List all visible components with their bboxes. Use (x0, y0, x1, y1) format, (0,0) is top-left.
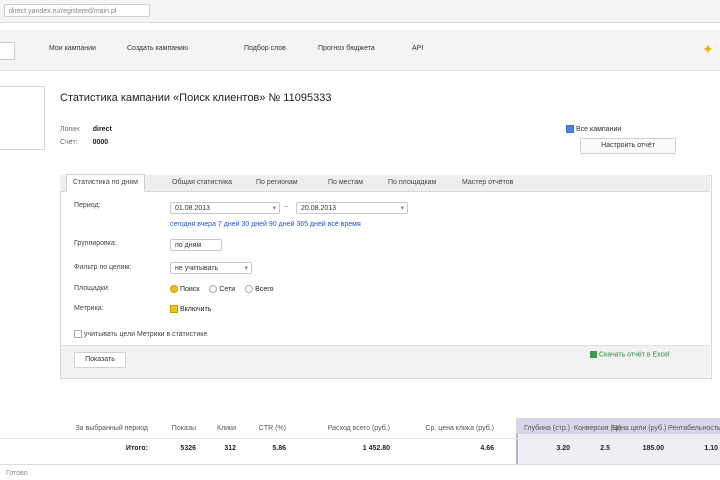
platform-search-label: Поиск (180, 285, 200, 293)
period-link-365days[interactable]: 365 дней (296, 221, 325, 228)
platform-option-all[interactable]: Всего (245, 285, 274, 293)
period-quick-links: сегодня вчера 7 дней 30 дней 90 дней 365… (170, 221, 361, 228)
date-to-value: 20.08.2013 (301, 205, 337, 212)
filter-value: не учитывать (175, 265, 219, 272)
goals-checkbox-label: учитывать цели Метрики в статистике (84, 330, 208, 338)
date-separator: – (284, 203, 288, 210)
goals-checkbox[interactable]: учитывать цели Метрики в статистике (74, 330, 207, 338)
group-label: Группировка: (74, 240, 117, 247)
nav-word-selection[interactable]: Подбор слов (244, 45, 286, 52)
tab-places[interactable]: По местам (322, 175, 369, 191)
top-navigation: Мои кампании Создать кампанию Подбор сло… (0, 30, 720, 71)
platform-option-networks[interactable]: Сети (209, 285, 236, 293)
group-select[interactable]: по дням (170, 239, 222, 251)
platforms-label: Площадки: (74, 285, 110, 292)
table-divider (0, 438, 720, 439)
platform-all-label: Всего (255, 285, 274, 293)
table-header-spend: Расход всего (руб.) (327, 425, 390, 432)
radio-icon (209, 285, 218, 293)
table-cell-conversion: 2.5 (600, 445, 610, 452)
table-cell-depth: 3.20 (556, 445, 570, 452)
radio-icon (245, 285, 254, 293)
table-cell-clicks: 312 (224, 445, 236, 452)
date-from-select[interactable]: 01.08.2013 ▾ (170, 202, 280, 214)
report-tabs: Статистика по дням Общая статистика По р… (60, 174, 710, 192)
login-label: Логин: (60, 126, 81, 133)
period-link-7days[interactable]: 7 дней (218, 221, 240, 228)
metric-label: Метрика: (74, 305, 104, 312)
table-cell-profitability: 1.10 (704, 445, 718, 452)
filter-select[interactable]: не учитывать ▾ (170, 262, 252, 274)
date-to-select[interactable]: 20.08.2013 ▾ (296, 202, 408, 214)
table-header-profitability: Рентабельность (668, 425, 720, 432)
radio-icon (170, 285, 178, 293)
tab-report-master[interactable]: Мастер отчётов (456, 175, 519, 191)
tab-daily[interactable]: Статистика по дням (66, 174, 145, 192)
tab-sites[interactable]: По площадкам (382, 175, 442, 191)
account-info: Счёт: 0000 (60, 139, 108, 146)
all-campaigns-label: Все кампании (576, 125, 622, 133)
excel-download-link[interactable]: Скачать отчёт в Excel (590, 351, 670, 358)
status-divider (0, 464, 720, 465)
table-header-depth: Глубина (стр.) (524, 425, 570, 432)
chevron-down-icon: ▾ (400, 205, 404, 212)
period-label: Период: (74, 202, 101, 209)
period-link-yesterday[interactable]: вчера (197, 221, 216, 228)
account-value: 0000 (92, 139, 109, 146)
group-value: по дням (175, 242, 202, 249)
configure-report-button[interactable]: Настроить отчёт (580, 138, 676, 154)
period-link-90days[interactable]: 90 дней (269, 221, 294, 228)
table-header-impressions: Показы (171, 425, 196, 432)
metric-checkbox[interactable]: Включить (170, 305, 211, 313)
tab-regions[interactable]: По регионам (250, 175, 304, 191)
show-report-button[interactable]: Показать (74, 352, 126, 368)
url-field[interactable]: direct.yandex.ru/registered/main.pl (4, 4, 150, 17)
filter-label: Фильтр по целям: (74, 264, 132, 271)
login-value: direct (92, 126, 112, 133)
table-header-avg-cpc: Ср. цена клика (руб.) (425, 425, 494, 432)
period-link-30days[interactable]: 30 дней (241, 221, 266, 228)
table-header-goal-cost: Цена цели (руб.) (612, 425, 667, 432)
checkbox-icon (566, 125, 574, 133)
table-cell-impressions: 5326 (180, 445, 196, 452)
period-link-today[interactable]: сегодня (170, 221, 195, 228)
excel-link-label: Скачать отчёт в Excel (599, 351, 670, 359)
side-panel (0, 86, 45, 150)
platforms-options: Поиск Сети Всего (170, 285, 274, 293)
excel-icon (590, 351, 597, 358)
nav-create-campaign[interactable]: Создать кампанию (127, 45, 188, 52)
platform-networks-label: Сети (219, 285, 236, 293)
nav-my-campaigns[interactable]: Мои кампании (49, 45, 96, 52)
table-header-clicks: Клики (216, 425, 236, 432)
table-cell-ctr: 5.86 (272, 445, 286, 452)
date-from-value: 01.08.2013 (175, 205, 211, 212)
chevron-down-icon: ▾ (272, 205, 276, 212)
account-label: Счёт: (60, 139, 78, 146)
table-header-ctr: CTR (%) (258, 425, 286, 432)
table-header-conversion: Конверсия (%) (574, 425, 622, 432)
metric-value: Включить (180, 305, 212, 313)
status-text: Готово (6, 470, 28, 477)
page-title: Статистика кампании «Поиск клиентов» № 1… (60, 92, 332, 104)
nav-back-button[interactable] (0, 42, 15, 60)
platform-option-search[interactable]: Поиск (170, 285, 200, 293)
chevron-down-icon: ▾ (244, 265, 248, 272)
address-bar: direct.yandex.ru/registered/main.pl (0, 0, 720, 23)
tab-general[interactable]: Общая статистика (166, 175, 238, 191)
login-info: Логин: direct (60, 126, 112, 133)
table-header-period: За выбранный период (75, 425, 148, 432)
all-campaigns-checkbox[interactable]: Все кампании (566, 125, 621, 133)
period-link-all[interactable]: всё время (328, 221, 361, 228)
table-cell-spend: 1 452.80 (362, 445, 390, 452)
nav-budget-forecast[interactable]: Прогноз бюджета (318, 45, 375, 52)
notification-icon[interactable]: ✦ (702, 40, 716, 58)
checkbox-icon (74, 330, 82, 338)
table-cell-avg-cpc: 4.66 (480, 445, 494, 452)
report-panel-footer (61, 345, 710, 378)
checkbox-icon (170, 305, 178, 313)
table-cell-goal-cost: 185.00 (642, 445, 664, 452)
nav-api[interactable]: API (412, 45, 423, 52)
table-total-label: Итого: (125, 445, 148, 452)
